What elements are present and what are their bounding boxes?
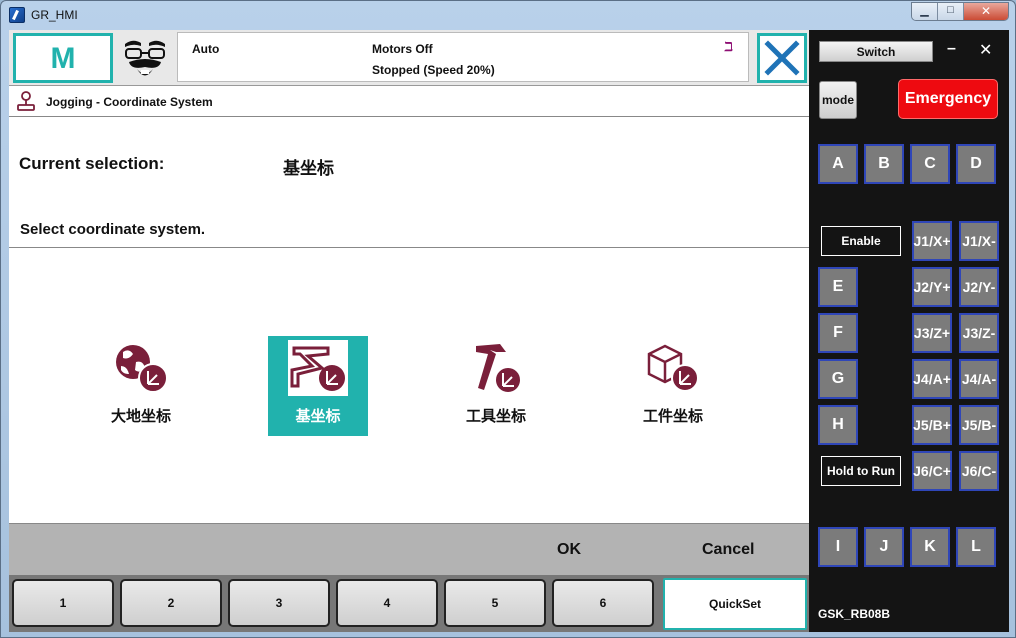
close-icon: ✕ xyxy=(980,4,992,18)
status-display: Auto Motors Off Stopped (Speed 20%) ℶ xyxy=(177,32,749,82)
key-h-button[interactable]: H xyxy=(818,405,858,445)
option-world-coordinate[interactable]: 大地坐标 xyxy=(91,336,191,436)
key-l-button[interactable]: L xyxy=(956,527,996,567)
divider xyxy=(9,247,809,248)
option-base-coordinate[interactable]: 基坐标 xyxy=(268,336,368,436)
cancel-button[interactable]: Cancel xyxy=(702,541,754,559)
app-window: GR_HMI ▁ □ ✕ M Auto Motors Off Stopped (… xyxy=(0,0,1016,638)
jog-j3-minus-button[interactable]: J3/Z- xyxy=(959,313,999,353)
window-maximize-button[interactable]: □ xyxy=(938,3,964,20)
emergency-button[interactable]: Emergency xyxy=(898,79,998,119)
window-close-button[interactable]: ✕ xyxy=(964,3,1008,20)
key-e-button[interactable]: E xyxy=(818,267,858,307)
key-g-button[interactable]: G xyxy=(818,359,858,399)
main-menu-button[interactable]: M xyxy=(13,33,113,83)
status-bar: M Auto Motors Off Stopped (Speed 20%) ℶ xyxy=(9,30,809,86)
jog-j3-plus-button[interactable]: J3/Z+ xyxy=(912,313,952,353)
ok-button[interactable]: OK xyxy=(557,541,581,559)
run-status: Stopped (Speed 20%) xyxy=(372,63,495,77)
jog-j5-plus-button[interactable]: J5/B+ xyxy=(912,405,952,445)
main-panel: M Auto Motors Off Stopped (Speed 20%) ℶ … xyxy=(9,30,809,632)
jog-j1-plus-button[interactable]: J1/X+ xyxy=(912,221,952,261)
option-label: 工具坐标 xyxy=(465,408,526,425)
key-i-button[interactable]: I xyxy=(818,527,858,567)
jog-j2-plus-button[interactable]: J2/Y+ xyxy=(912,267,952,307)
teach-pendant-panel: Switch – ✕ mode Emergency A B C D Enable… xyxy=(809,30,1009,632)
key-c-button[interactable]: C xyxy=(910,144,950,184)
title-bar: GR_HMI ▁ □ ✕ xyxy=(1,1,1015,29)
exit-button[interactable] xyxy=(757,33,807,83)
task-tab-6[interactable]: 6 xyxy=(552,579,654,627)
option-label: 大地坐标 xyxy=(110,408,171,425)
client-area: M Auto Motors Off Stopped (Speed 20%) ℶ … xyxy=(9,30,1009,632)
panel-close-button[interactable]: ✕ xyxy=(979,40,992,60)
main-menu-label: M xyxy=(50,42,76,75)
robot-model-label: GSK_RB08B xyxy=(818,607,891,621)
workpiece-coordinate-icon xyxy=(647,344,699,392)
key-f-button[interactable]: F xyxy=(818,313,858,353)
current-selection-value: 基坐标 xyxy=(283,159,334,178)
jog-j4-plus-button[interactable]: J4/A+ xyxy=(912,359,952,399)
window-controls: ▁ □ ✕ xyxy=(911,2,1009,21)
tool-coordinate-icon xyxy=(476,344,522,394)
jog-j4-minus-button[interactable]: J4/A- xyxy=(959,359,999,399)
operator-face-icon xyxy=(125,40,165,76)
switch-button[interactable]: Switch xyxy=(819,41,933,62)
task-bar: 1 2 3 4 5 6 QuickSet xyxy=(9,575,809,632)
key-b-button[interactable]: B xyxy=(864,144,904,184)
base-coordinate-icon xyxy=(288,340,348,396)
window-minimize-button[interactable]: ▁ xyxy=(912,3,938,20)
key-j-button[interactable]: J xyxy=(864,527,904,567)
maximize-icon: □ xyxy=(947,4,954,16)
action-bar: OK Cancel xyxy=(9,523,809,575)
option-label: 工件坐标 xyxy=(642,408,703,425)
option-tool-coordinate[interactable]: 工具坐标 xyxy=(446,336,546,436)
current-selection-label: Current selection: xyxy=(19,154,165,173)
hold-to-run-button[interactable]: Hold to Run xyxy=(821,456,901,486)
operating-mode: Auto xyxy=(192,42,220,56)
jog-j6-plus-button[interactable]: J6/C+ xyxy=(912,451,952,491)
x-icon xyxy=(764,40,800,76)
page-header: Jogging - Coordinate System xyxy=(9,87,809,117)
window-title: GR_HMI xyxy=(31,8,78,22)
jog-j2-minus-button[interactable]: J2/Y- xyxy=(959,267,999,307)
jog-j5-minus-button[interactable]: J5/B- xyxy=(959,405,999,445)
minimize-icon: ▁ xyxy=(920,5,929,17)
select-instruction: Select coordinate system. xyxy=(20,221,206,238)
motors-status: Motors Off xyxy=(372,42,433,56)
quickset-button[interactable]: QuickSet xyxy=(663,578,807,630)
task-tab-5[interactable]: 5 xyxy=(444,579,546,627)
option-workpiece-coordinate[interactable]: 工件坐标 xyxy=(623,336,723,436)
key-k-button[interactable]: K xyxy=(910,527,950,567)
mode-button[interactable]: mode xyxy=(819,81,857,119)
jog-j1-minus-button[interactable]: J1/X- xyxy=(959,221,999,261)
enable-button[interactable]: Enable xyxy=(821,226,901,256)
app-icon xyxy=(9,7,25,23)
joystick-icon xyxy=(17,91,35,111)
task-tab-2[interactable]: 2 xyxy=(120,579,222,627)
task-tab-4[interactable]: 4 xyxy=(336,579,438,627)
tool-indicator-icon: ℶ xyxy=(724,39,734,54)
option-label: 基坐标 xyxy=(295,408,341,425)
jog-j6-minus-button[interactable]: J6/C- xyxy=(959,451,999,491)
panel-minimize-button[interactable]: – xyxy=(947,40,956,58)
key-d-button[interactable]: D xyxy=(956,144,996,184)
key-a-button[interactable]: A xyxy=(818,144,858,184)
world-coordinate-icon xyxy=(116,345,168,393)
breadcrumb: Jogging - Coordinate System xyxy=(46,95,213,109)
task-tab-1[interactable]: 1 xyxy=(12,579,114,627)
task-tab-3[interactable]: 3 xyxy=(228,579,330,627)
